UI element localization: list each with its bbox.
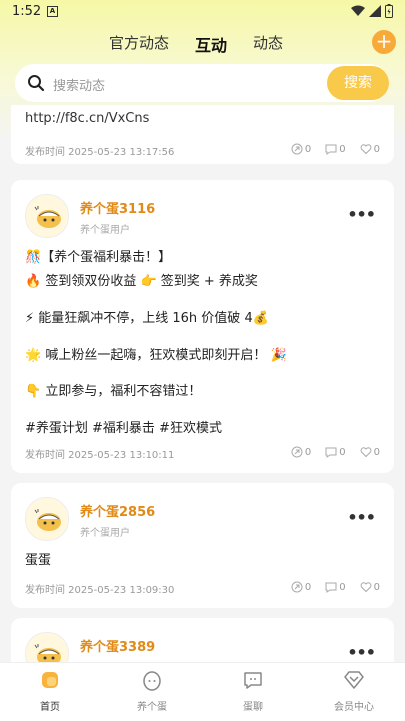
post-card[interactable]: http://f8c.cn/VxCns 发布时间 2025-05-23 13:1… xyxy=(11,105,394,164)
like-stat[interactable]: 0 xyxy=(360,581,380,593)
post-card[interactable]: 养个蛋3116 养个蛋用户 ••• 🎊【养个蛋福利暴击！】 🔥 签到领双份收益 … xyxy=(11,180,394,473)
tab-interaction[interactable]: 互动 xyxy=(195,32,227,56)
post-text-line: 🌟 喊上粉丝一起嗨，狂欢模式即刻开启！ 🎉 xyxy=(25,348,287,363)
post-text-line[interactable]: http://f8c.cn/VxCns xyxy=(25,111,149,126)
system-icons xyxy=(351,4,393,18)
more-options-icon[interactable]: ••• xyxy=(347,508,376,527)
egg-icon xyxy=(143,671,161,691)
nav-vip[interactable]: 会员中心 xyxy=(314,669,394,713)
chat-icon xyxy=(244,672,262,689)
avatar[interactable] xyxy=(25,632,69,662)
comment-stat[interactable]: 0 xyxy=(325,581,346,593)
share-icon xyxy=(291,446,303,458)
post-stats: 0 0 0 xyxy=(291,143,380,155)
battery-icon xyxy=(385,4,393,18)
post-text-line: 🔥 签到领双份收益 👉 签到奖 + 养成奖 xyxy=(25,274,258,289)
nav-label: 养个蛋 xyxy=(137,702,167,713)
egg-mascot-icon xyxy=(34,644,61,662)
avatar[interactable] xyxy=(25,194,69,238)
search-bar: 搜索动态 搜索 xyxy=(15,64,389,102)
search-input[interactable]: 搜索动态 xyxy=(53,75,105,94)
comment-stat[interactable]: 0 xyxy=(325,143,346,155)
share-stat[interactable]: 0 xyxy=(291,581,311,593)
post-card[interactable]: 养个蛋3389 养个蛋用户 ••• xyxy=(11,618,394,662)
home-icon xyxy=(42,672,58,688)
share-icon xyxy=(291,143,303,155)
user-role: 养个蛋用户 xyxy=(80,225,130,236)
egg-mascot-icon xyxy=(34,509,61,531)
wifi-icon xyxy=(351,5,365,16)
sim-icon: A xyxy=(47,6,58,17)
username[interactable]: 养个蛋3116 xyxy=(80,198,155,217)
status-time: 1:52 xyxy=(12,4,42,19)
post-text-line: 🎊【养个蛋福利暴击！】 xyxy=(25,250,172,265)
comment-icon xyxy=(325,582,337,593)
post-feed: http://f8c.cn/VxCns 发布时间 2025-05-23 13:1… xyxy=(0,105,405,662)
publish-time: 发布时间 2025-05-23 13:10:11 xyxy=(25,450,175,461)
signal-icon xyxy=(369,5,381,17)
nav-label: 蛋聊 xyxy=(243,702,263,713)
add-post-button[interactable]: + xyxy=(372,30,396,54)
post-text-line: 👇 立即参与，福利不容错过！ xyxy=(25,384,202,399)
post-text-line: ⚡ 能量狂飙冲不停，上线 16h 价值破 4💰 xyxy=(25,311,269,326)
bottom-nav: 首页 养个蛋 蛋聊 会员中心 xyxy=(0,662,405,721)
comment-stat[interactable]: 0 xyxy=(325,446,346,458)
heart-icon xyxy=(360,447,372,458)
nav-home[interactable]: 首页 xyxy=(10,669,90,713)
nav-egg[interactable]: 养个蛋 xyxy=(112,669,192,713)
egg-mascot-icon xyxy=(34,206,61,228)
like-stat[interactable]: 0 xyxy=(360,143,380,155)
share-stat[interactable]: 0 xyxy=(291,446,311,458)
publish-time: 发布时间 2025-05-23 13:09:30 xyxy=(25,585,175,596)
share-stat[interactable]: 0 xyxy=(291,143,311,155)
top-tabs: 官方动态 互动 动态 xyxy=(0,30,405,56)
nav-label: 会员中心 xyxy=(334,702,374,713)
vip-icon xyxy=(344,671,364,689)
username[interactable]: 养个蛋2856 xyxy=(80,501,155,520)
avatar[interactable] xyxy=(25,497,69,541)
more-options-icon[interactable]: ••• xyxy=(347,643,376,662)
post-hashtags[interactable]: #养蛋计划 #福利暴击 #狂欢模式 xyxy=(25,417,222,436)
post-stats: 0 0 0 xyxy=(291,446,380,458)
user-role: 养个蛋用户 xyxy=(80,528,130,539)
comment-icon xyxy=(325,144,337,155)
post-card[interactable]: 养个蛋2856 养个蛋用户 ••• 蛋蛋 发布时间 2025-05-23 13:… xyxy=(11,483,394,608)
more-options-icon[interactable]: ••• xyxy=(347,205,376,224)
tab-news[interactable]: 动态 xyxy=(253,32,283,53)
status-bar: 1:52 A xyxy=(0,0,405,24)
heart-icon xyxy=(360,582,372,593)
post-stats: 0 0 0 xyxy=(291,581,380,593)
nav-chat[interactable]: 蛋聊 xyxy=(213,669,293,713)
plus-icon: + xyxy=(375,29,393,53)
nav-label: 首页 xyxy=(40,702,60,713)
heart-icon xyxy=(360,144,372,155)
comment-icon xyxy=(325,447,337,458)
share-icon xyxy=(291,581,303,593)
like-stat[interactable]: 0 xyxy=(360,446,380,458)
post-text-line: 蛋蛋 xyxy=(25,553,52,568)
search-icon xyxy=(28,75,45,92)
username[interactable]: 养个蛋3389 xyxy=(80,636,155,655)
publish-time: 发布时间 2025-05-23 13:17:56 xyxy=(25,147,175,158)
search-button[interactable]: 搜索 xyxy=(327,66,389,100)
tab-official-news[interactable]: 官方动态 xyxy=(109,32,169,53)
